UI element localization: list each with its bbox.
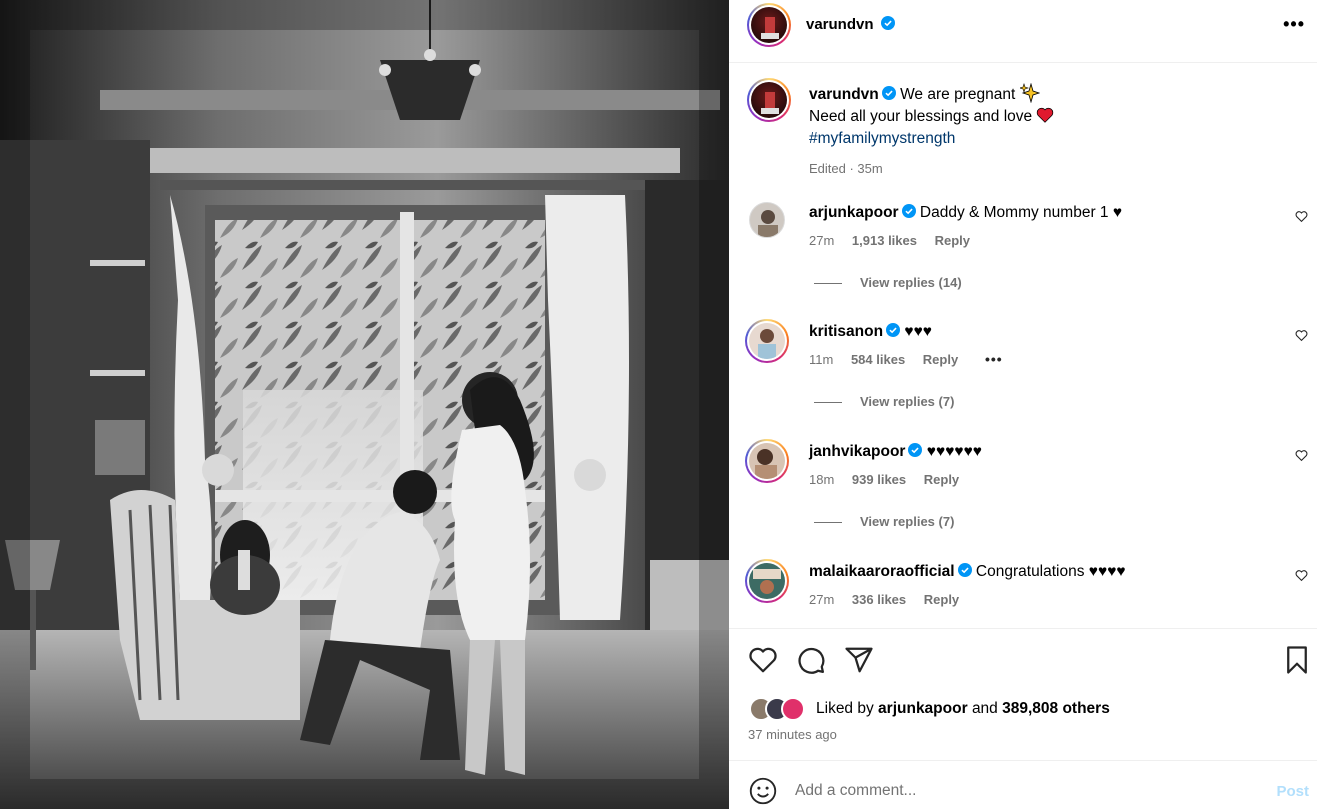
- caption-username[interactable]: varundvn: [809, 86, 879, 103]
- commenter-avatar[interactable]: [749, 202, 785, 238]
- commenter-username[interactable]: arjunkapoor: [809, 204, 899, 221]
- comment-body: Congratulations ♥♥♥♥: [975, 563, 1126, 580]
- caption-line-1: We are pregnant: [900, 86, 1016, 103]
- verified-badge-icon: [908, 443, 923, 457]
- comment-bubble-icon[interactable]: [796, 645, 826, 675]
- liked-by-and: and: [971, 700, 998, 717]
- post-comment-button[interactable]: Post: [1276, 783, 1309, 800]
- liked-by-prefix: Liked by: [816, 700, 874, 717]
- reply-button[interactable]: Reply: [935, 233, 970, 248]
- comment-text-line: malaikaaroraofficial Congratulations ♥♥♥…: [809, 561, 1269, 583]
- comment-text-line: janhvikapoor ♥♥♥♥♥♥: [809, 441, 1269, 463]
- liked-by-others-link[interactable]: 389,808 others: [1002, 700, 1110, 717]
- caption-line-2: Need all your blessings and love: [809, 108, 1033, 125]
- avatar-image: [755, 449, 777, 479]
- like-heart-icon[interactable]: [748, 645, 778, 675]
- comment-likes[interactable]: 584 likes: [851, 352, 905, 367]
- more-options-button[interactable]: •••: [1283, 14, 1305, 35]
- comment-meta: 18m 939 likes Reply: [809, 472, 973, 487]
- verified-badge-icon: [901, 204, 916, 218]
- comment-time[interactable]: 27m: [809, 592, 834, 607]
- reply-button[interactable]: Reply: [924, 592, 959, 607]
- red-heart-icon: [1037, 107, 1054, 123]
- add-comment-input[interactable]: [795, 779, 1245, 803]
- commenter-avatar[interactable]: [745, 319, 789, 363]
- comment-likes[interactable]: 1,913 likes: [852, 233, 917, 248]
- avatar-image: [758, 329, 776, 359]
- verified-badge-icon: [881, 86, 896, 100]
- add-comment-bar: Post: [729, 760, 1317, 809]
- caption-meta: Edited · 35m: [809, 161, 883, 176]
- comment-text-line: kritisanon ♥♥♥: [809, 321, 1269, 343]
- post-photo[interactable]: [0, 0, 729, 809]
- commenter-username[interactable]: kritisanon: [809, 323, 883, 340]
- avatar-image: [761, 17, 779, 39]
- verified-badge-icon: [886, 323, 901, 337]
- view-replies-button[interactable]: View replies (7): [814, 394, 954, 409]
- commenter-avatar[interactable]: [745, 439, 789, 483]
- post-header: varundvn •••: [729, 0, 1317, 63]
- share-paper-plane-icon[interactable]: [844, 645, 874, 675]
- sparkles-icon: [1018, 82, 1040, 104]
- verified-badge-icon: [880, 16, 895, 30]
- comment-body: ♥♥♥♥♥♥: [926, 443, 982, 460]
- caption-author-avatar[interactable]: [747, 78, 791, 122]
- view-replies-button[interactable]: View replies (14): [814, 275, 962, 290]
- post-timestamp[interactable]: 37 minutes ago: [748, 727, 837, 742]
- caption-hashtag-link[interactable]: #myfamilymystrength: [809, 130, 955, 147]
- comment-options-button[interactable]: •••: [985, 351, 1003, 367]
- like-comment-heart-icon[interactable]: [1295, 569, 1308, 582]
- avatar-image: [761, 92, 779, 114]
- pregnancy-announcement-photo: [0, 0, 729, 809]
- comment-body: ♥♥♥: [904, 323, 932, 340]
- comment-likes[interactable]: 939 likes: [852, 472, 906, 487]
- comment-meta: 11m 584 likes Reply: [809, 352, 972, 367]
- like-comment-heart-icon[interactable]: [1295, 210, 1308, 223]
- like-comment-heart-icon[interactable]: [1295, 329, 1308, 342]
- save-bookmark-icon[interactable]: [1282, 645, 1312, 675]
- liked-by-user-link[interactable]: arjunkapoor: [878, 700, 968, 717]
- emoji-smiley-icon[interactable]: [749, 777, 777, 805]
- reply-button[interactable]: Reply: [924, 472, 959, 487]
- comment-meta: 27m 336 likes Reply: [809, 592, 973, 607]
- post-details-panel: varundvn ••• varundvn We are pregnant Ne…: [729, 0, 1317, 809]
- commenter-username[interactable]: malaikaaroraofficial: [809, 563, 955, 580]
- comment-time[interactable]: 11m: [809, 352, 833, 367]
- comment-text-line: arjunkapoor Daddy & Mommy number 1 ♥: [809, 202, 1269, 224]
- commenter-avatar[interactable]: [745, 559, 789, 603]
- author-avatar[interactable]: [747, 3, 791, 47]
- commenter-username[interactable]: janhvikapoor: [809, 443, 905, 460]
- comment-body: Daddy & Mommy number 1 ♥: [919, 204, 1123, 221]
- view-replies-button[interactable]: View replies (7): [814, 514, 954, 529]
- verified-badge-icon: [957, 563, 972, 577]
- actions-divider: [729, 628, 1317, 629]
- avatar-image: [753, 569, 781, 594]
- comment-time[interactable]: 27m: [809, 233, 834, 248]
- author-username-text[interactable]: varundvn: [806, 16, 874, 33]
- liker-avatar: [781, 697, 805, 721]
- comment-likes[interactable]: 336 likes: [852, 592, 906, 607]
- author-username[interactable]: varundvn: [806, 16, 895, 33]
- comment-meta: 27m 1,913 likes Reply: [809, 233, 984, 248]
- like-comment-heart-icon[interactable]: [1295, 449, 1308, 462]
- post-caption: varundvn We are pregnant Need all your b…: [809, 82, 1289, 180]
- reply-button[interactable]: Reply: [923, 352, 958, 367]
- liked-by-text: Liked by arjunkapoor and 389,808 others: [816, 700, 1110, 718]
- avatar-image: [758, 210, 778, 237]
- comment-time[interactable]: 18m: [809, 472, 834, 487]
